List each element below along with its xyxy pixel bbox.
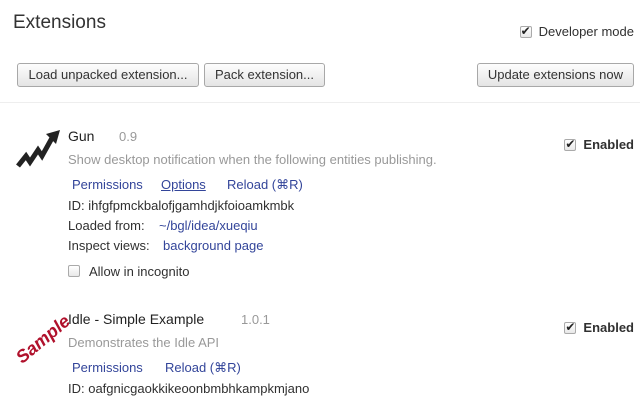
enable-toggle[interactable]: Enabled bbox=[564, 320, 634, 335]
extension-version: 0.9 bbox=[119, 129, 138, 144]
extension-name: Idle - Simple Example bbox=[68, 311, 205, 327]
page-title: Extensions bbox=[13, 12, 106, 33]
options-link[interactable]: Options bbox=[161, 177, 206, 192]
extension-version: 1.0.1 bbox=[241, 312, 270, 327]
enable-checkbox[interactable] bbox=[564, 320, 577, 334]
extension-name: Gun bbox=[68, 128, 95, 144]
extension-description: Show desktop notification when the follo… bbox=[68, 152, 437, 167]
permissions-link[interactable]: Permissions bbox=[72, 177, 143, 192]
enable-label[interactable]: Enabled bbox=[583, 320, 634, 335]
loaded-from-label: Loaded from: bbox=[68, 218, 145, 233]
developer-mode-toggle[interactable]: Developer mode bbox=[519, 24, 634, 39]
allow-incognito-label[interactable]: Allow in incognito bbox=[89, 264, 189, 279]
update-extensions-button[interactable]: Update extensions now bbox=[476, 63, 634, 87]
load-unpacked-button[interactable]: Load unpacked extension... bbox=[17, 63, 199, 87]
background-page-link[interactable]: background page bbox=[163, 238, 263, 253]
enable-checkbox[interactable] bbox=[564, 137, 577, 151]
developer-mode-checkbox[interactable] bbox=[519, 24, 532, 38]
extension-description: Demonstrates the Idle API bbox=[68, 335, 220, 350]
enable-toggle[interactable]: Enabled bbox=[564, 137, 634, 152]
developer-mode-label[interactable]: Developer mode bbox=[539, 24, 634, 39]
enable-label[interactable]: Enabled bbox=[583, 137, 634, 152]
pack-extension-button[interactable]: Pack extension... bbox=[204, 63, 325, 87]
divider bbox=[0, 102, 640, 103]
sample-icon: Sample bbox=[12, 310, 74, 368]
extension-id: ID: oafgnicgaokkikeoonbmbhkampkmjano bbox=[68, 381, 310, 396]
allow-incognito-checkbox[interactable] bbox=[68, 265, 80, 277]
permissions-link[interactable]: Permissions bbox=[72, 360, 143, 375]
loaded-from-path[interactable]: ~/bgl/idea/xueqiu bbox=[159, 218, 258, 233]
inspect-views-label: Inspect views: bbox=[68, 238, 150, 253]
reload-link[interactable]: Reload (⌘R) bbox=[165, 360, 241, 376]
extension-id: ID: ihfgfpmckbalofjgamhdjkfoioamkmbk bbox=[68, 198, 295, 213]
reload-link[interactable]: Reload (⌘R) bbox=[227, 177, 303, 193]
trending-up-arrow-icon bbox=[16, 130, 60, 168]
